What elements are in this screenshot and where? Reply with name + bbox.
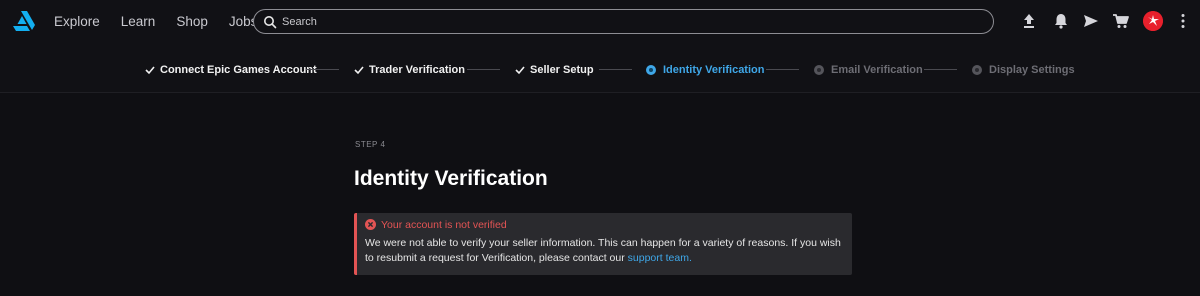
artstation-logo-icon[interactable] [12,10,36,32]
check-icon [354,66,364,75]
step-label: Trader Verification [369,64,465,76]
bell-icon[interactable] [1052,12,1070,30]
step-connector [924,69,957,70]
step-display-settings: Display Settings [972,64,1075,76]
step-trader-verification[interactable]: Trader Verification [354,64,465,76]
avatar-image-icon [1143,11,1163,31]
search-input[interactable] [282,13,982,30]
nav-shop[interactable]: Shop [176,14,208,29]
active-step-icon [646,65,656,75]
search-bar[interactable] [253,9,994,34]
step-email-verification: Email Verification [814,64,923,76]
step-label: Email Verification [831,64,923,76]
step-number: STEP 4 [355,140,386,149]
step-connector [599,69,632,70]
check-icon [515,66,525,75]
cart-icon[interactable] [1112,12,1130,30]
main-menu: Explore Learn Shop Jobs [54,0,278,42]
step-label: Identity Verification [663,64,765,76]
page-title: Identity Verification [354,167,548,190]
send-icon[interactable] [1082,12,1100,30]
step-label: Display Settings [989,64,1075,76]
step-label: Connect Epic Games Account [160,64,317,76]
error-icon [365,219,376,230]
step-connector [467,69,500,70]
search-icon [264,16,277,29]
step-label: Seller Setup [530,64,594,76]
alert-message: We were not able to verify your seller i… [365,237,841,264]
error-alert: Your account is not verified We were not… [354,213,852,275]
step-identity-verification[interactable]: Identity Verification [646,64,764,76]
nav-explore[interactable]: Explore [54,14,100,29]
pending-step-icon [972,65,982,75]
pending-step-icon [814,65,824,75]
step-connect-epic-games[interactable]: Connect Epic Games Account [145,64,317,76]
alert-title: Your account is not verified [381,219,507,231]
step-connector [766,69,799,70]
top-nav: Explore Learn Shop Jobs [0,0,1200,42]
alert-body: We were not able to verify your seller i… [365,236,845,266]
support-team-link[interactable]: support team. [628,252,692,264]
avatar[interactable] [1143,11,1163,31]
more-icon[interactable] [1180,13,1186,29]
step-seller-setup[interactable]: Seller Setup [515,64,594,76]
check-icon [145,66,155,75]
nav-learn[interactable]: Learn [121,14,156,29]
step-connector [306,69,339,70]
upload-icon[interactable] [1020,12,1038,30]
